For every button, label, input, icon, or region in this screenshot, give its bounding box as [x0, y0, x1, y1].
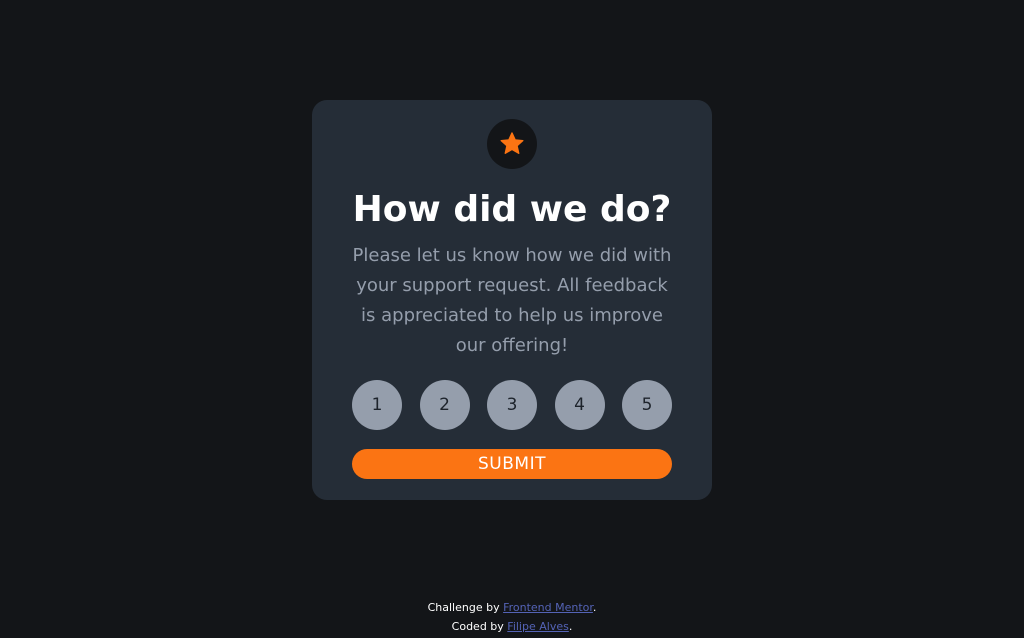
coded-prefix: Coded by	[451, 620, 508, 633]
coded-suffix: .	[568, 620, 573, 633]
challenge-line: Challenge by Frontend Mentor.	[0, 598, 1024, 617]
star-icon	[500, 132, 524, 154]
rating-button-5[interactable]: 5	[622, 380, 672, 430]
challenge-suffix: .	[592, 601, 597, 614]
rating-options: 1 2 3 4 5	[352, 380, 672, 430]
frontend-mentor-link[interactable]: Frontend Mentor	[503, 601, 593, 614]
author-link[interactable]: Filipe Alves	[507, 620, 569, 633]
rating-button-3[interactable]: 3	[487, 380, 537, 430]
challenge-prefix: Challenge by	[427, 601, 504, 614]
card-description: Please let us know how we did with your …	[352, 245, 672, 356]
rating-button-1[interactable]: 1	[352, 380, 402, 430]
attribution: Challenge by Frontend Mentor. Coded by F…	[0, 598, 1024, 636]
card-title: How did we do?	[352, 189, 672, 230]
rating-button-2[interactable]: 2	[419, 380, 470, 430]
star-icon-badge	[487, 119, 537, 169]
rating-button-4[interactable]: 4	[554, 380, 605, 430]
submit-button[interactable]: SUBMIT	[352, 449, 672, 479]
rating-card: How did we do? Please let us know how we…	[312, 100, 712, 500]
coded-line: Coded by Filipe Alves.	[0, 617, 1024, 636]
